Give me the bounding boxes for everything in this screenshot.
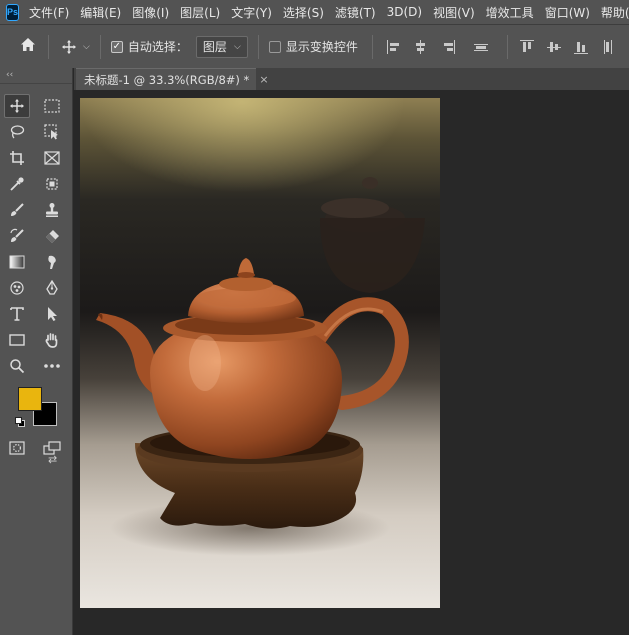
divider	[99, 34, 101, 59]
more-tools-icon[interactable]	[39, 354, 65, 378]
move-icon[interactable]	[4, 94, 30, 118]
quick-mask-icon[interactable]	[4, 436, 30, 460]
menu-edit[interactable]: 编辑(E)	[80, 4, 121, 21]
brush-icon[interactable]	[4, 198, 30, 222]
rect-marquee-icon[interactable]	[39, 94, 65, 118]
menu-filter[interactable]: 滤镜(T)	[335, 4, 376, 21]
default-colors-icon[interactable]	[15, 417, 25, 427]
object-select-icon[interactable]	[39, 120, 65, 144]
distribute-vertical-icon[interactable]	[473, 40, 488, 54]
auto-select-label: 自动选择：	[127, 40, 188, 54]
move-tool-preset-icon[interactable]: ⌵	[61, 39, 90, 55]
menu-select[interactable]: 选择(S)	[283, 4, 324, 21]
photoshop-logo: Ps	[6, 3, 20, 21]
align-bottom-icon[interactable]	[573, 40, 588, 54]
align-vertical-center-icon[interactable]	[546, 40, 561, 54]
divider	[371, 34, 373, 59]
eyedropper-icon[interactable]	[4, 172, 30, 196]
gradient-icon[interactable]	[4, 250, 30, 274]
menu-layer[interactable]: 图层(L)	[180, 4, 220, 21]
stamp-icon[interactable]	[39, 198, 65, 222]
distribute-horizontal-icon[interactable]	[601, 39, 615, 54]
collapse-toggle[interactable]: ‹‹	[0, 68, 72, 84]
document-tab[interactable]: 未标题-1 @ 33.3%(RGB/8#) * ×	[76, 68, 269, 90]
type-icon[interactable]	[4, 302, 30, 326]
frame-icon[interactable]	[39, 146, 65, 170]
auto-select-checkbox[interactable]: ✓	[110, 40, 123, 53]
history-brush-icon[interactable]	[4, 224, 30, 248]
healing-brush-icon[interactable]	[39, 172, 65, 196]
teapot-photo	[80, 98, 440, 608]
chevron-down-icon: ⌵	[83, 41, 90, 52]
menu-3d[interactable]: 3D(D)	[387, 5, 422, 19]
auto-select-target-dropdown[interactable]: 图层 ⌵	[195, 35, 248, 58]
rectangle-icon[interactable]	[4, 328, 30, 352]
options-bar: ⌵ ✓ 自动选择： 图层 ⌵ 显示变换控件	[0, 24, 629, 68]
close-icon[interactable]: ×	[259, 73, 268, 86]
menu-file[interactable]: 文件(F)	[29, 4, 69, 21]
zoom-icon[interactable]	[4, 354, 30, 378]
divider	[506, 34, 508, 59]
show-transform-label: 显示变换控件	[285, 40, 358, 54]
path-select-icon[interactable]	[39, 302, 65, 326]
chevron-down-icon: ⌵	[234, 41, 241, 52]
lasso-icon[interactable]	[4, 120, 30, 144]
screen-mode-icon[interactable]	[39, 436, 65, 460]
align-right-icon[interactable]	[441, 39, 455, 54]
hand-icon[interactable]	[39, 328, 65, 352]
divider	[48, 34, 49, 59]
menu-view[interactable]: 视图(V)	[433, 4, 475, 21]
menu-type[interactable]: 文字(Y)	[231, 4, 272, 21]
home-icon[interactable]	[20, 37, 36, 56]
pen-icon[interactable]	[39, 276, 65, 300]
document-canvas[interactable]	[80, 98, 440, 608]
foreground-color-swatch[interactable]	[18, 387, 42, 411]
menu-plugins[interactable]: 增效工具	[486, 4, 534, 21]
menu-bar: Ps 文件(F) 编辑(E) 图像(I) 图层(L) 文字(Y) 选择(S) 滤…	[0, 0, 629, 24]
menu-image[interactable]: 图像(I)	[132, 4, 169, 21]
auto-select-target-value: 图层	[202, 40, 227, 54]
menu-window[interactable]: 窗口(W)	[545, 4, 590, 21]
menu-help[interactable]: 帮助(H)	[601, 4, 629, 21]
eraser-icon[interactable]	[39, 224, 65, 248]
align-top-icon[interactable]	[519, 39, 534, 54]
document-tab-title: 未标题-1 @ 33.3%(RGB/8#) *	[84, 72, 250, 87]
show-transform-checkbox[interactable]	[268, 40, 281, 53]
align-left-icon[interactable]	[386, 39, 401, 54]
divider	[257, 34, 259, 59]
align-horizontal-center-icon[interactable]	[414, 39, 428, 54]
crop-icon[interactable]	[4, 146, 30, 170]
tools-panel: ‹‹ ⇄	[0, 68, 73, 635]
dodge-icon[interactable]	[4, 276, 30, 300]
document-tab-bar: 未标题-1 @ 33.3%(RGB/8#) * ×	[74, 68, 629, 90]
smudge-icon[interactable]	[39, 250, 65, 274]
